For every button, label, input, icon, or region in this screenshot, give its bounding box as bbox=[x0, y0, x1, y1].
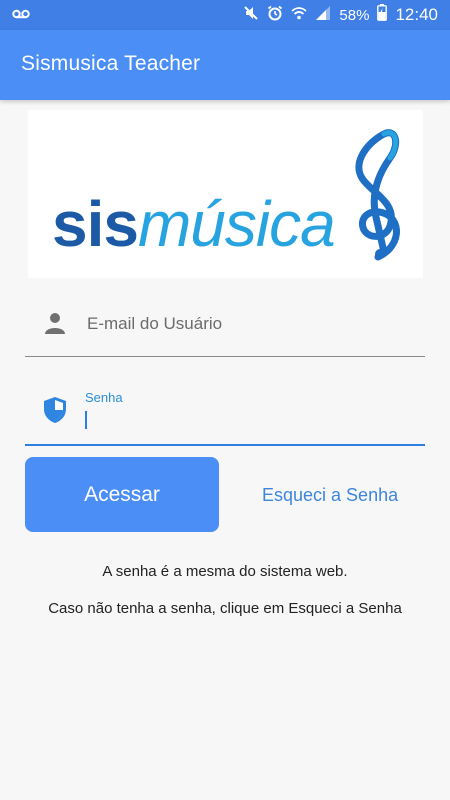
email-field[interactable] bbox=[25, 298, 425, 357]
battery-percent: 58% bbox=[339, 6, 370, 24]
alarm-icon bbox=[267, 5, 283, 26]
battery-icon bbox=[377, 4, 388, 26]
person-icon bbox=[43, 311, 67, 340]
email-input[interactable] bbox=[85, 310, 409, 338]
voicemail-icon bbox=[12, 7, 30, 26]
password-field[interactable]: Senha bbox=[25, 384, 425, 446]
shield-icon bbox=[43, 396, 67, 429]
app-title: Sismusica Teacher bbox=[21, 52, 201, 75]
info-password-same: A senha é a mesma do sistema web. bbox=[102, 563, 348, 580]
wifi-icon bbox=[291, 6, 308, 25]
login-button[interactable]: Acessar bbox=[25, 457, 219, 532]
logo-wordmark: sismúsica bbox=[52, 192, 336, 256]
mute-icon bbox=[243, 5, 259, 26]
status-time: 12:40 bbox=[395, 5, 438, 24]
app-bar: Sismusica Teacher bbox=[0, 30, 450, 100]
logo-sis-text: sis bbox=[52, 188, 139, 260]
forgot-password-link[interactable]: Esqueci a Senha bbox=[262, 485, 398, 506]
treble-clef-icon bbox=[355, 129, 400, 261]
text-cursor bbox=[85, 411, 87, 429]
status-bar: 58% 12:40 bbox=[0, 0, 450, 30]
info-no-password: Caso não tenha a senha, clique em Esquec… bbox=[48, 600, 402, 617]
sismusica-logo: sismúsica bbox=[28, 110, 423, 278]
signal-icon bbox=[315, 5, 331, 25]
password-label: Senha bbox=[85, 390, 123, 405]
logo-musica-text: música bbox=[137, 188, 336, 260]
password-input[interactable] bbox=[85, 409, 409, 433]
